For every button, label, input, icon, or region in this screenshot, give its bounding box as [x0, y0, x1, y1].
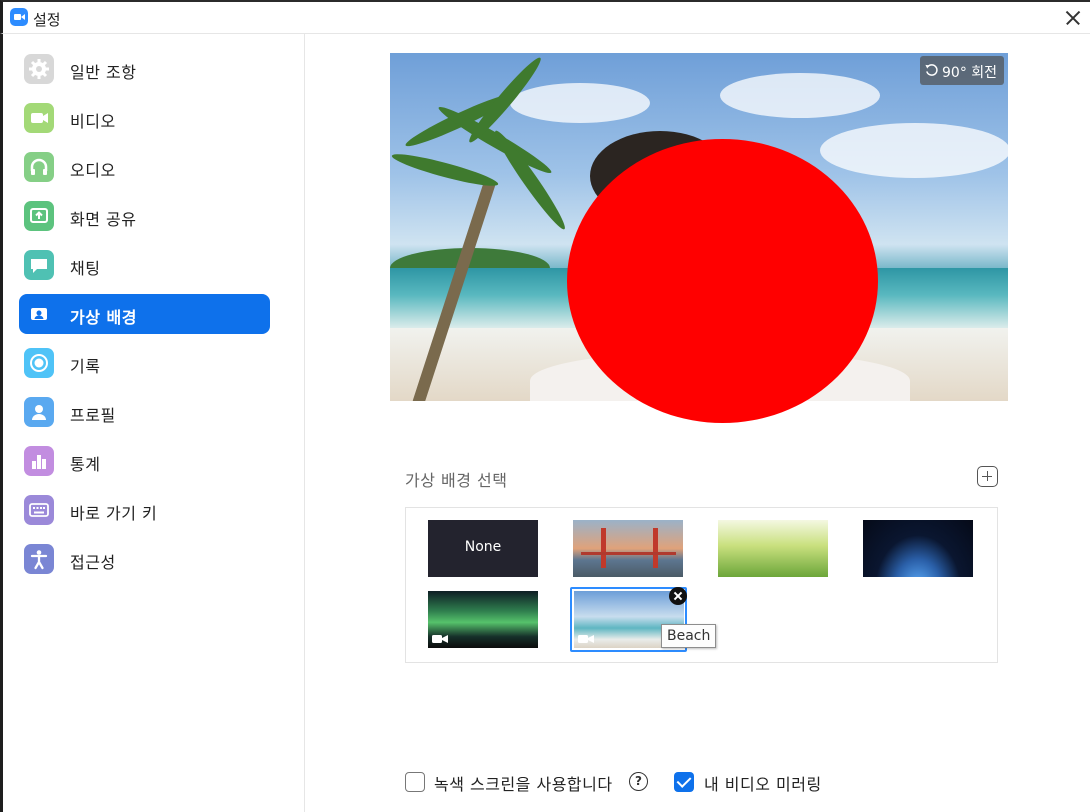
bar-chart-icon	[24, 446, 54, 476]
green-screen-checkbox[interactable]	[405, 772, 425, 792]
face-redaction-overlay	[567, 139, 878, 423]
keyboard-icon	[24, 495, 54, 525]
settings-sidebar: 일반 조항 비디오 오디오 화면 공유 채팅 가상 배경 기록 프로필 통계 바…	[3, 34, 305, 812]
mirror-video-checkbox[interactable]	[674, 772, 694, 792]
window-title: 설정	[33, 11, 61, 29]
close-window-button[interactable]	[1060, 5, 1086, 31]
sidebar-item-statistics[interactable]: 통계	[19, 441, 270, 481]
zoom-app-icon	[10, 8, 28, 26]
sidebar-item-general[interactable]: 일반 조항	[19, 49, 270, 89]
sidebar-item-chat[interactable]: 채팅	[19, 245, 270, 285]
sidebar-item-accessibility[interactable]: 접근성	[19, 539, 270, 579]
background-thumb-aurora[interactable]	[428, 591, 538, 648]
video-icon	[24, 103, 54, 133]
rotate-label: 90° 회전	[942, 65, 998, 81]
background-thumb-none[interactable]: None	[428, 520, 538, 577]
sidebar-item-label: 화면 공유	[70, 210, 137, 229]
chat-bubble-icon	[24, 250, 54, 280]
gear-icon	[24, 54, 54, 84]
sidebar-item-profile[interactable]: 프로필	[19, 392, 270, 432]
thumb-tooltip: Beach	[661, 624, 717, 648]
sidebar-item-label: 기록	[70, 357, 101, 376]
sidebar-item-recording[interactable]: 기록	[19, 343, 270, 383]
sidebar-item-video[interactable]: 비디오	[19, 98, 270, 138]
sidebar-item-label: 채팅	[70, 259, 101, 278]
sidebar-item-screen-share[interactable]: 화면 공유	[19, 196, 270, 236]
sidebar-item-label: 오디오	[70, 161, 116, 180]
background-thumb-grass[interactable]	[718, 520, 828, 577]
sidebar-item-label: 통계	[70, 455, 101, 474]
virtual-background-icon	[24, 299, 54, 329]
remove-background-button[interactable]	[669, 587, 687, 605]
sidebar-item-label: 비디오	[70, 112, 116, 131]
sidebar-item-label: 접근성	[70, 553, 116, 572]
green-screen-label: 녹색 스크린을 사용합니다	[434, 775, 613, 794]
screen-share-icon	[24, 201, 54, 231]
background-thumb-golden-gate[interactable]	[573, 520, 683, 577]
background-thumb-earth[interactable]	[863, 520, 973, 577]
sidebar-item-label: 가상 배경	[70, 308, 137, 327]
thumb-label: None	[464, 539, 502, 555]
sidebar-item-audio[interactable]: 오디오	[19, 147, 270, 187]
sidebar-item-label: 프로필	[70, 406, 116, 425]
video-camera-icon	[432, 635, 448, 643]
record-icon	[24, 348, 54, 378]
title-bar: 설정	[0, 0, 1090, 34]
person-icon	[24, 397, 54, 427]
rotate-90-button[interactable]: 90° 회전	[920, 56, 1004, 85]
mirror-video-label: 내 비디오 미러링	[704, 775, 822, 794]
section-title: 가상 배경 선택	[405, 471, 508, 490]
rotate-icon	[925, 64, 938, 76]
add-background-button[interactable]	[977, 466, 998, 487]
sidebar-item-label: 일반 조항	[70, 63, 137, 82]
sidebar-item-virtual-background[interactable]: 가상 배경	[19, 294, 270, 334]
sidebar-item-label: 바로 가기 키	[70, 504, 158, 523]
headphones-icon	[24, 152, 54, 182]
sidebar-item-shortcuts[interactable]: 바로 가기 키	[19, 490, 270, 530]
accessibility-icon	[24, 544, 54, 574]
help-icon[interactable]: ?	[629, 772, 648, 791]
